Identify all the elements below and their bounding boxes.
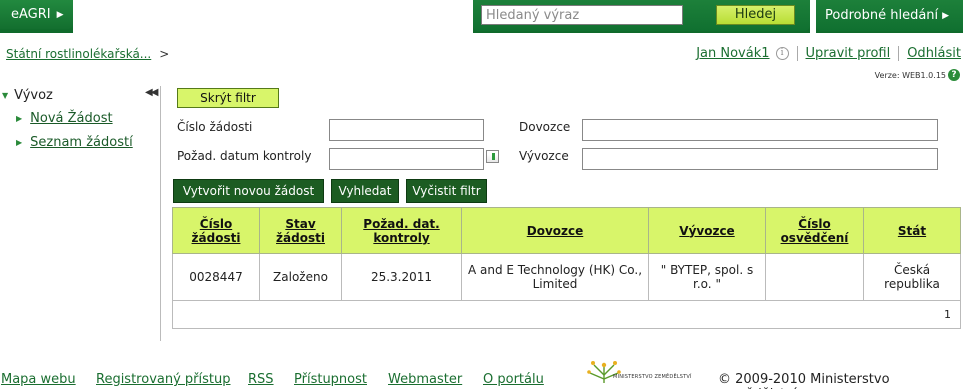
- sidebar-section-label: Vývoz: [14, 88, 53, 103]
- hide-filter-button[interactable]: Skrýt filtr: [177, 88, 279, 108]
- edit-profile-link[interactable]: Upravit profil: [806, 46, 891, 61]
- info-icon[interactable]: i: [775, 47, 789, 60]
- triangle-down-icon: ▼: [2, 91, 9, 100]
- vyvozce-input[interactable]: [582, 148, 938, 170]
- cell-stat: Česká republika: [863, 253, 961, 301]
- create-request-button[interactable]: Vytvořit novou žádost: [173, 179, 324, 203]
- sidebar-item-label[interactable]: Seznam žádostí: [30, 135, 133, 150]
- triangle-right-icon: ▶: [16, 138, 23, 147]
- column-header-dovozce[interactable]: Dovozce: [461, 207, 649, 254]
- advanced-search-button[interactable]: Podrobné hledání ▶: [816, 0, 963, 31]
- top-bar-gap: [73, 0, 473, 33]
- copyright: © 2009-2010 Ministerstvo zemědělství: [718, 372, 890, 389]
- column-header-stav[interactable]: Stav žádosti: [259, 207, 342, 254]
- cislo-zadosti-input[interactable]: [329, 119, 484, 141]
- pozad-datum-label: Požad. datum kontroly: [177, 149, 312, 163]
- user-name-link[interactable]: Jan Novák1: [696, 46, 769, 61]
- breadcrumb: Státní rostlinolékařská... >: [6, 47, 169, 61]
- footer-link-o-portalu[interactable]: O portálu: [483, 372, 544, 387]
- requests-table: Číslo žádosti Stav žádosti Požad. dat. k…: [172, 207, 961, 329]
- clear-filter-button[interactable]: Vyčistit filtr: [406, 179, 487, 203]
- dovozce-label: Dovozce: [519, 120, 571, 134]
- breadcrumb-link[interactable]: Státní rostlinolékařská...: [6, 47, 151, 61]
- search-button[interactable]: Hledej: [716, 5, 795, 25]
- arrow-right-icon: ▶: [942, 11, 950, 21]
- column-header-label[interactable]: Dovozce: [527, 224, 584, 238]
- table-row[interactable]: 0028447 Založeno 25.3.2011 A and E Techn…: [172, 253, 961, 301]
- ministry-name: MINISTERSTVO ZEMĚDĚLSTVÍ: [613, 374, 692, 380]
- dovozce-input[interactable]: [582, 119, 938, 141]
- calendar-icon[interactable]: [486, 150, 499, 163]
- page-number[interactable]: 1: [944, 308, 951, 321]
- column-header-label[interactable]: Číslo žádosti: [192, 217, 241, 245]
- column-header-label[interactable]: Stát: [898, 224, 926, 238]
- sidebar-item-seznam-zadosti[interactable]: ▶ Seznam žádostí: [16, 135, 133, 150]
- arrow-right-icon: ▶: [56, 10, 64, 20]
- column-header-label[interactable]: Stav žádosti: [276, 217, 325, 245]
- footer-link-mapa-webu[interactable]: Mapa webu: [1, 372, 76, 387]
- user-bar: Jan Novák1 i Upravit profil Odhlásit: [696, 46, 961, 61]
- column-header-cislo[interactable]: Číslo žádosti: [172, 207, 260, 254]
- column-header-osvedceni[interactable]: Číslo osvědčení: [765, 207, 864, 254]
- breadcrumb-separator: >: [159, 47, 170, 61]
- footer-link-webmaster[interactable]: Webmaster: [388, 372, 462, 387]
- sidebar-divider: [160, 86, 161, 341]
- cell-stav: Založeno: [259, 253, 342, 301]
- footer-link-registrovany-pristup[interactable]: Registrovaný přístup: [96, 372, 231, 387]
- search-filter-button[interactable]: Vyhledat: [331, 179, 399, 203]
- triangle-right-icon: ▶: [16, 114, 23, 123]
- cell-osvedceni: [765, 253, 864, 301]
- column-header-label[interactable]: Požad. dat. kontroly: [363, 217, 439, 245]
- table-header-row: Číslo žádosti Stav žádosti Požad. dat. k…: [172, 207, 961, 254]
- pager: 1: [172, 300, 961, 329]
- pager-row: 1: [172, 300, 961, 329]
- search-area: Hledej: [473, 0, 810, 31]
- cell-dovozce: A and E Technology (HK) Co., Limited: [461, 253, 649, 301]
- vyvozce-label: Vývozce: [519, 149, 569, 163]
- ministry-logo-icon: [587, 361, 621, 383]
- eagri-menu-button[interactable]: eAGRI ▶: [0, 0, 73, 29]
- cell-cislo: 0028447: [172, 253, 260, 301]
- footer-link-rss[interactable]: RSS: [248, 372, 274, 387]
- collapse-sidebar-icon[interactable]: ◀◀: [145, 87, 158, 98]
- version-info: Verze: WEB1.0.15 ?: [875, 69, 960, 81]
- search-input[interactable]: [481, 5, 683, 25]
- logout-link[interactable]: Odhlásit: [907, 46, 961, 61]
- column-header-datum[interactable]: Požad. dat. kontroly: [341, 207, 462, 254]
- sidebar-item-nova-zadost[interactable]: ▶ Nová Žádost: [16, 111, 113, 126]
- version-label: Verze: WEB1.0.15: [874, 70, 946, 80]
- sidebar-section-vyvoz[interactable]: ▼ Vývoz: [2, 88, 53, 103]
- pozad-datum-input[interactable]: [329, 148, 484, 170]
- cell-vyvozce: " BYTEP, spol. s r.o. ": [648, 253, 766, 301]
- divider: [796, 46, 798, 61]
- cell-datum: 25.3.2011: [341, 253, 462, 301]
- column-header-label[interactable]: Vývozce: [679, 224, 734, 238]
- sidebar-item-label[interactable]: Nová Žádost: [30, 111, 112, 126]
- footer: Mapa webu Registrovaný přístup RSS Příst…: [0, 361, 963, 389]
- cislo-zadosti-label: Číslo žádosti: [177, 120, 253, 134]
- divider: [898, 46, 900, 61]
- column-header-vyvozce[interactable]: Vývozce: [648, 207, 766, 254]
- help-icon[interactable]: ?: [948, 69, 960, 81]
- brand-label: eAGRI: [11, 7, 51, 22]
- footer-link-pristupnost[interactable]: Přístupnost: [294, 372, 367, 387]
- column-header-label[interactable]: Číslo osvědčení: [781, 217, 849, 245]
- advanced-search-label: Podrobné hledání: [825, 8, 939, 23]
- column-header-stat[interactable]: Stát: [863, 207, 961, 254]
